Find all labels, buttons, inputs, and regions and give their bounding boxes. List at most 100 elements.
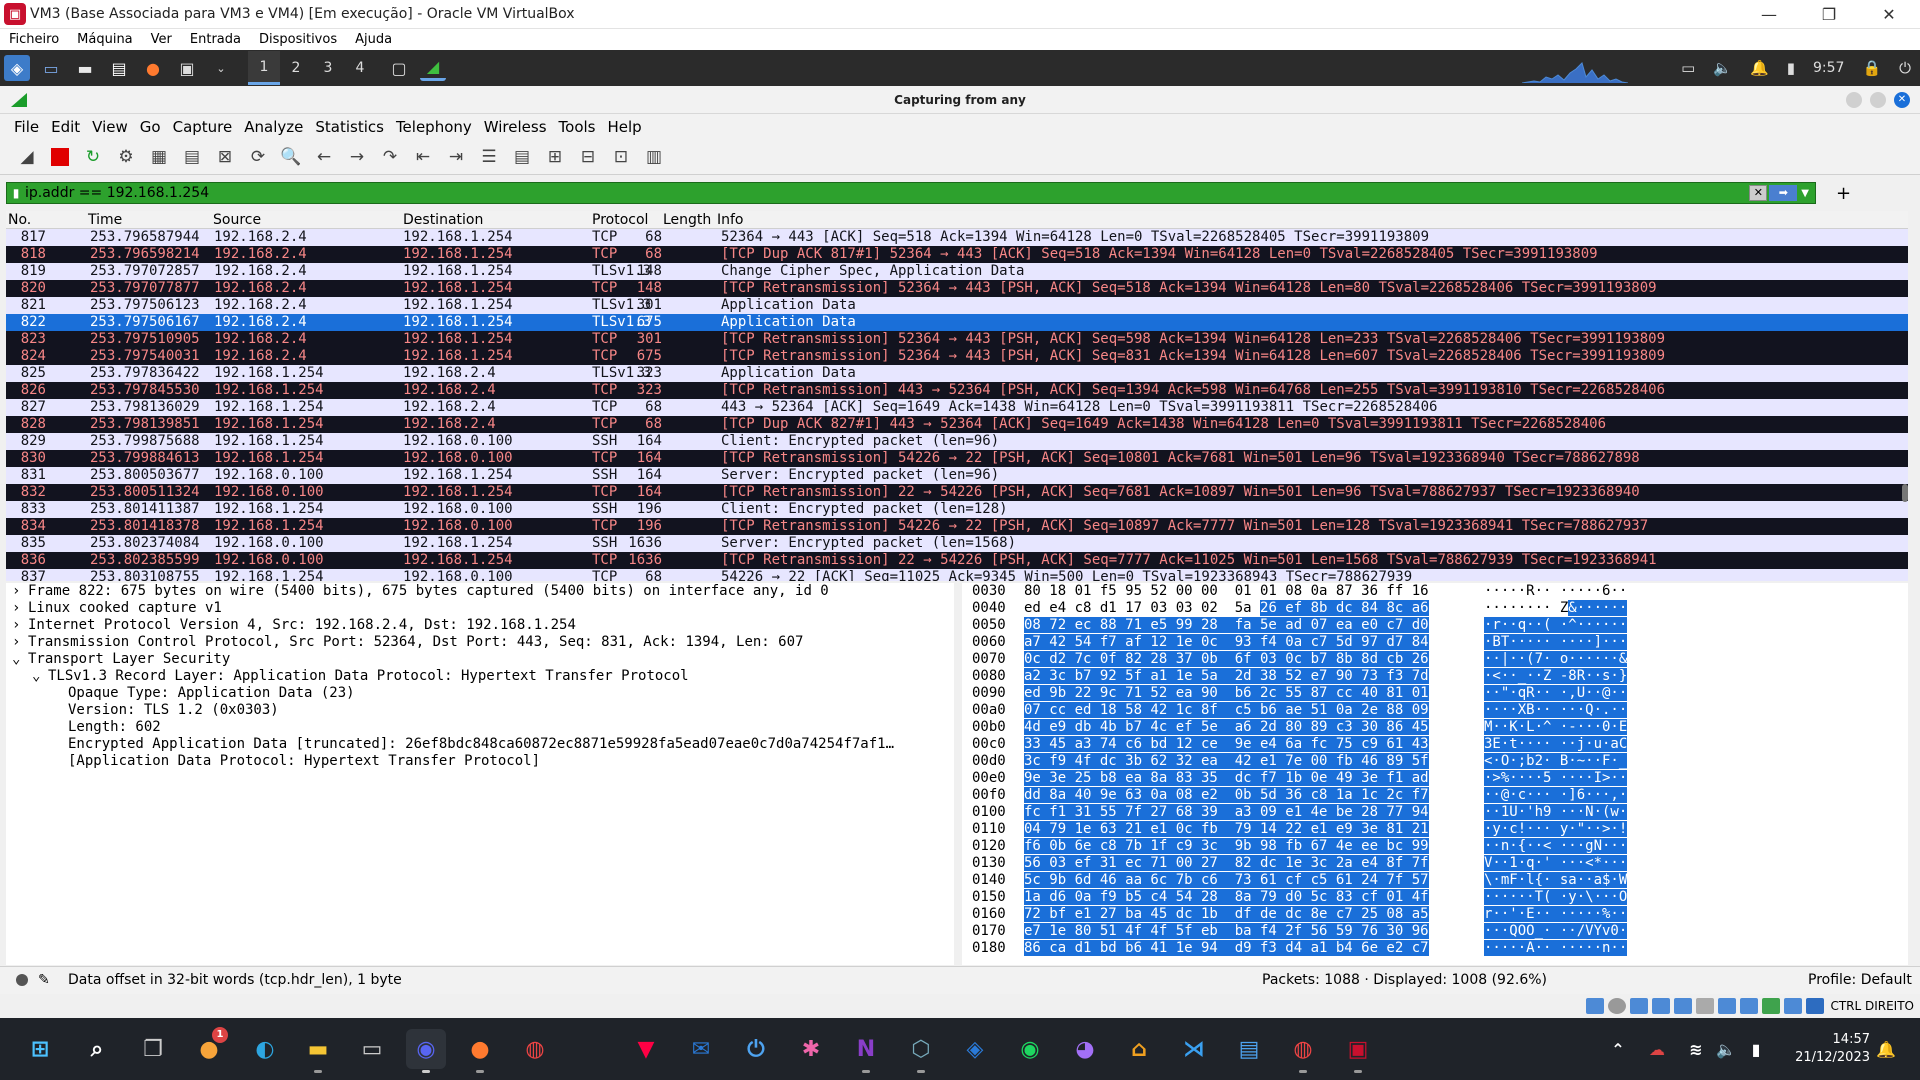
menu-ver[interactable]: Ver [142,32,181,47]
detail-tree-item[interactable]: Opaque Type: Application Data (23) [6,685,954,702]
hex-row[interactable]: 0050 08 72 ec 88 71 e5 99 28 fa 5e ad 07 … [962,617,1908,634]
expert-info-icon[interactable] [16,974,28,986]
detail-tree-item[interactable]: Encrypted Application Data [truncated]: … [6,736,954,753]
column-time[interactable]: Time [88,212,122,228]
menu-analyze[interactable]: Analyze [238,118,309,136]
show-desktop-icon[interactable]: ▭ [38,55,64,81]
packet-row[interactable]: 834 253.801418378 192.168.1.254 192.168.0.1… [6,518,1908,535]
hex-row[interactable]: 00b0 4d e9 db 4b b7 4c ef 5e a6 2d 80 89 … [962,719,1908,736]
hex-row[interactable]: 00f0 dd 8a 40 9e 63 0a 08 e2 0b 5d 36 c8 … [962,787,1908,804]
chevron-up-icon[interactable]: ⌃ [1598,1029,1638,1069]
hex-row[interactable]: 0100 fc f1 31 55 7f 27 68 39 a3 09 e1 4e … [962,804,1908,821]
usb-icon[interactable] [1674,998,1693,1014]
notifications-icon[interactable]: 🔔 [1866,1029,1906,1069]
packet-row[interactable]: 821 253.797506123 192.168.2.4 192.168.1.254… [6,297,1908,314]
menu-maquina[interactable]: Máquina [68,32,142,47]
filter-dropdown-icon[interactable]: ▼ [1801,188,1809,199]
shared-folders-icon[interactable] [1696,998,1715,1014]
detail-tree-item[interactable]: › Frame 822: 675 bytes on wire (5400 bits… [6,583,954,600]
taskbar-clock[interactable]: 14:57 21/12/2023 [1795,1031,1870,1067]
hex-row[interactable]: 0110 04 79 1e 63 21 e1 0c fb 79 14 22 e1 … [962,821,1908,838]
packet-row[interactable]: 825 253.797836422 192.168.1.254 192.168.2.4… [6,365,1908,382]
battery-icon[interactable]: ▮ [1787,59,1795,77]
widgets-icon[interactable]: ● 1 [189,1027,229,1069]
app-menu-icon[interactable]: ◈ [4,55,30,81]
menu-wireless[interactable]: Wireless [478,118,553,136]
search-icon[interactable]: ⌕ [77,1029,117,1069]
apply-filter-icon[interactable]: ➡ [1769,185,1798,201]
autoscroll-icon[interactable]: ☰ [476,144,502,170]
github-icon[interactable]: ◕ [1065,1029,1105,1069]
first-packet-icon[interactable]: ⇤ [410,144,436,170]
hex-row[interactable]: 0030 80 18 01 f5 95 52 00 00 01 01 08 0a … [962,583,1908,600]
status-profile[interactable]: Profile: Default [1808,972,1912,988]
packet-row[interactable]: 829 253.799875688 192.168.1.254 192.168.0.1… [6,433,1908,450]
packet-row[interactable]: 832 253.800511324 192.168.0.100 192.168.1.2… [6,484,1908,501]
workspace-3[interactable]: 3 [312,51,344,85]
firefox-icon[interactable]: ● [140,55,166,81]
go-to-packet-icon[interactable]: ↷ [377,144,403,170]
restart-capture-icon[interactable]: ↻ [80,144,106,170]
close-file-icon[interactable]: ⊠ [212,144,238,170]
start-capture-icon[interactable]: ◢ [14,144,40,170]
display-icon[interactable] [1718,998,1737,1014]
discord-icon[interactable]: ◉ [406,1029,446,1073]
expand-arrow-icon[interactable]: › [12,600,28,617]
packet-row[interactable]: 818 253.796598214 192.168.2.4 192.168.1.254… [6,246,1908,263]
column-destination[interactable]: Destination [403,212,483,228]
virtualbox-taskbar-icon[interactable]: ⬡ [901,1029,941,1073]
menu-view[interactable]: View [86,118,134,136]
detail-tree-item[interactable]: Version: TLS 1.2 (0x0303) [6,702,954,719]
vscode-icon[interactable]: ⋊ [1174,1029,1214,1069]
mail-icon[interactable]: ✉ [681,1029,721,1069]
packet-list-scrollbar[interactable] [1902,229,1908,581]
expand-arrow-icon[interactable]: › [12,617,28,634]
normal-size-icon[interactable]: ⊡ [608,144,634,170]
lock-icon[interactable]: 🔒 [1862,59,1881,77]
detail-tree-item[interactable]: [Application Data Protocol: Hypertext Tr… [6,753,954,770]
hex-row[interactable]: 0070 0c d2 7c 0f 82 28 37 0b 6f 03 0c b7 … [962,651,1908,668]
menu-help[interactable]: Help [601,118,647,136]
detail-tree-item[interactable]: › Linux cooked capture v1 [6,600,954,617]
zoom-out-icon[interactable]: ⊟ [575,144,601,170]
hex-row[interactable]: 0160 72 bf e1 27 ba 45 dc 1b df de dc 8e … [962,906,1908,923]
packet-row[interactable]: 835 253.802374084 192.168.0.100 192.168.1.2… [6,535,1908,552]
packet-row[interactable]: 828 253.798139851 192.168.1.254 192.168.2.4… [6,416,1908,433]
hex-row[interactable]: 0040 ed e4 c8 d1 17 03 03 02 5a 26 ef 8b … [962,600,1908,617]
comment-icon[interactable]: ✎ [38,972,50,988]
column-info[interactable]: Info [717,212,744,228]
packet-row[interactable]: 827 253.798136029 192.168.1.254 192.168.2.4… [6,399,1908,416]
notification-bell-icon[interactable]: 🔔 [1750,59,1769,77]
zoom-in-icon[interactable]: ⊞ [542,144,568,170]
find-packet-icon[interactable]: 🔍 [278,144,304,170]
packet-row[interactable]: 837 253.803108755 192.168.1.254 192.168.0.1… [6,569,1908,581]
open-file-icon[interactable]: ▦ [146,144,172,170]
optical-drive-icon[interactable] [1608,998,1627,1014]
go-forward-icon[interactable]: → [344,144,370,170]
network-alert-icon[interactable]: ☁ [1637,1029,1677,1069]
close-icon[interactable]: ✕ [1860,0,1918,29]
add-filter-button-icon[interactable]: + [1836,183,1851,204]
hex-row[interactable]: 0060 a7 42 54 f7 af 12 1e 0c 93 f4 0a c7 … [962,634,1908,651]
expand-arrow-icon[interactable]: ⌄ [32,668,48,685]
chrome-icon[interactable]: ◍ [515,1029,555,1069]
network-icon[interactable] [1652,998,1671,1014]
firefox-icon[interactable]: ● [460,1029,500,1073]
packet-row[interactable]: 826 253.797845530 192.168.1.254 192.168.2.4… [6,382,1908,399]
workspace-4[interactable]: 4 [344,51,376,85]
menu-telephony[interactable]: Telephony [390,118,478,136]
expand-arrow-icon[interactable]: › [12,634,28,651]
hex-row[interactable]: 0180 86 ca d1 bd b6 41 1e 94 d9 f3 d4 a1 … [962,940,1908,957]
keyboard-icon[interactable] [1806,998,1825,1014]
packet-row[interactable]: 836 253.802385599 192.168.0.100 192.168.1.2… [6,552,1908,569]
packet-bytes-pane[interactable]: 0030 80 18 01 f5 95 52 00 00 01 01 08 0a … [962,583,1908,965]
chevron-down-icon[interactable]: ⌄ [208,55,234,81]
cpu-icon[interactable] [1762,998,1781,1014]
edge-icon[interactable]: ◐ [245,1029,285,1069]
clear-filter-icon[interactable]: ✕ [1749,185,1768,201]
text-editor-icon[interactable]: ▤ [106,55,132,81]
expand-arrow-icon[interactable]: ⌄ [12,651,28,668]
detail-tree-item[interactable]: › Transmission Control Protocol, Src Port… [6,634,954,651]
last-packet-icon[interactable]: ⇥ [443,144,469,170]
display-icon[interactable]: ▭ [1681,59,1695,77]
